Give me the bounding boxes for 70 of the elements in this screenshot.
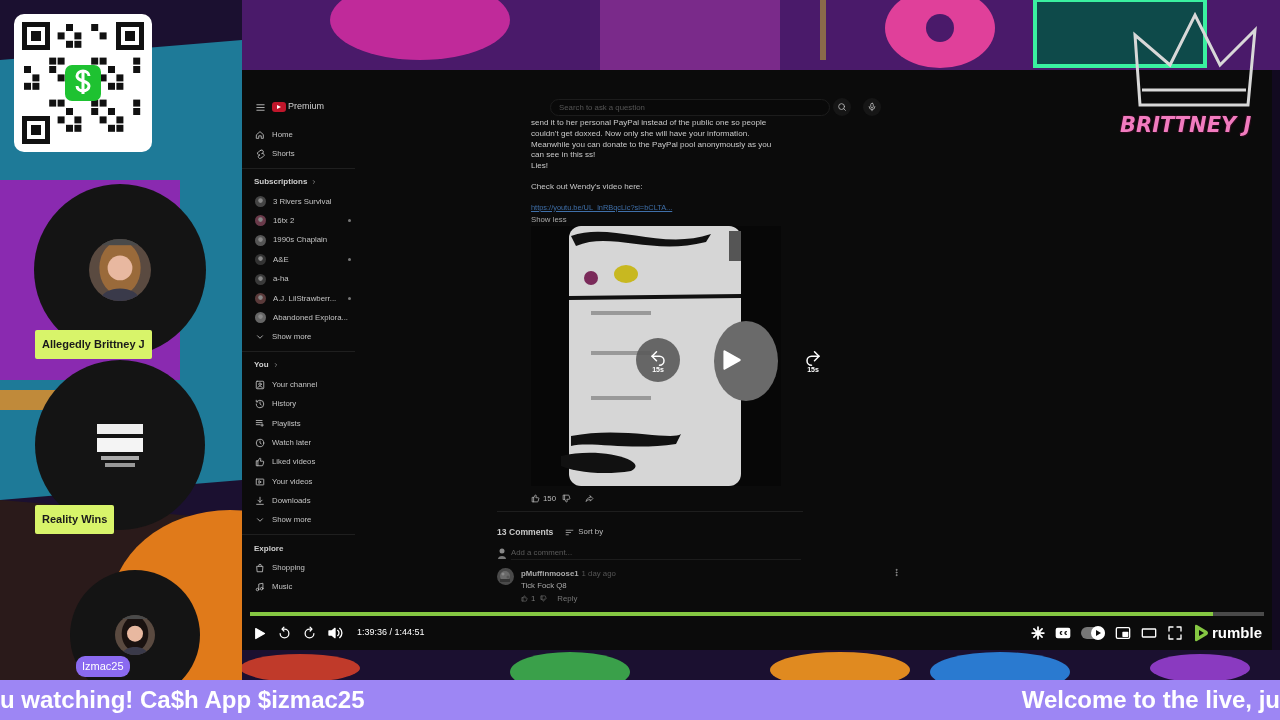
brand-title: BRITTNEY J (1120, 115, 1253, 136)
video-icon (255, 476, 265, 487)
thumbs-up-icon (255, 457, 265, 468)
music-note-icon (255, 582, 265, 593)
share-button[interactable] (585, 494, 594, 504)
home-icon (255, 129, 265, 140)
rumble-logo[interactable]: rumble (1193, 621, 1262, 645)
more-options-button[interactable] (892, 568, 901, 578)
chevron-right-icon (311, 179, 318, 186)
volume-button[interactable] (327, 625, 343, 641)
channel-avatar-icon (255, 215, 266, 227)
thumbs-up-icon (521, 595, 528, 602)
ticker-text: u watching! Ca$h App $izmac25 (0, 685, 365, 715)
comments-count: 13 Comments (497, 525, 554, 539)
thumbs-down-icon (562, 494, 571, 504)
more-options-icon (892, 568, 901, 578)
description-text: Check out Wendy's video here: (531, 182, 644, 193)
captions-icon (1055, 625, 1071, 641)
user-avatar-icon (497, 547, 507, 559)
play-logo-icon (272, 102, 286, 112)
section-title[interactable]: Explore (254, 542, 284, 555)
fullscreen-button[interactable] (1167, 625, 1183, 641)
history-icon (255, 399, 265, 409)
channel-avatar-icon (255, 195, 266, 207)
description-text: send it to her personal PayPal instead of the public one so people couldn't get doxxed. Now only she will have your information. Meanwhile you can donate to the PayPal pool anonymously as you can see in this ss! (531, 118, 773, 162)
section-title[interactable]: You (254, 359, 269, 372)
chevron-right-icon (272, 362, 279, 369)
shopping-bag-icon (255, 562, 265, 573)
replay-button[interactable] (277, 625, 292, 641)
share-icon (585, 494, 594, 504)
mic-icon (867, 102, 877, 112)
shorts-icon (255, 149, 265, 160)
settings-button[interactable] (1031, 626, 1045, 640)
menu-button[interactable] (255, 101, 266, 113)
theater-mode-icon (1141, 625, 1157, 641)
search-button[interactable] (833, 98, 851, 116)
description-text: Lies! (531, 161, 550, 172)
time-display: 1:39:36 / 1:44:51 (357, 626, 425, 640)
miniplayer-icon (1115, 625, 1131, 641)
playlist-icon (255, 418, 265, 429)
channel-avatar-icon (255, 273, 266, 285)
thumbs-up-icon (531, 494, 540, 504)
theater-mode-button[interactable] (1141, 625, 1157, 641)
volume-icon (327, 625, 343, 641)
sort-icon (565, 527, 575, 537)
play-icon (252, 625, 267, 641)
section-title[interactable]: Subscriptions (254, 176, 308, 189)
download-icon (255, 495, 265, 506)
logo-text[interactable]: Premium (288, 100, 324, 114)
miniplayer-button[interactable] (1115, 625, 1131, 641)
menu-icon (255, 101, 266, 113)
channel-avatar-icon (255, 234, 266, 246)
person-icon (255, 379, 265, 390)
mic-button[interactable] (863, 98, 881, 116)
replay-icon (277, 625, 292, 641)
forward-icon (302, 625, 317, 641)
channel-avatar-icon (255, 254, 266, 266)
clock-icon (255, 437, 265, 448)
channel-avatar-icon (255, 312, 266, 324)
thumbs-down-icon (540, 595, 548, 602)
settings-icon (1031, 626, 1045, 640)
play-button[interactable] (252, 625, 267, 641)
channel-avatar-icon (255, 292, 266, 304)
forward-button[interactable] (302, 625, 317, 641)
search-icon (837, 102, 847, 112)
fullscreen-icon (1167, 625, 1183, 641)
ticker-text: Welcome to the live, ju (1021, 685, 1280, 715)
captions-button[interactable] (1055, 625, 1071, 641)
dislike-button[interactable] (562, 494, 571, 504)
autoplay-toggle[interactable] (1081, 627, 1105, 639)
